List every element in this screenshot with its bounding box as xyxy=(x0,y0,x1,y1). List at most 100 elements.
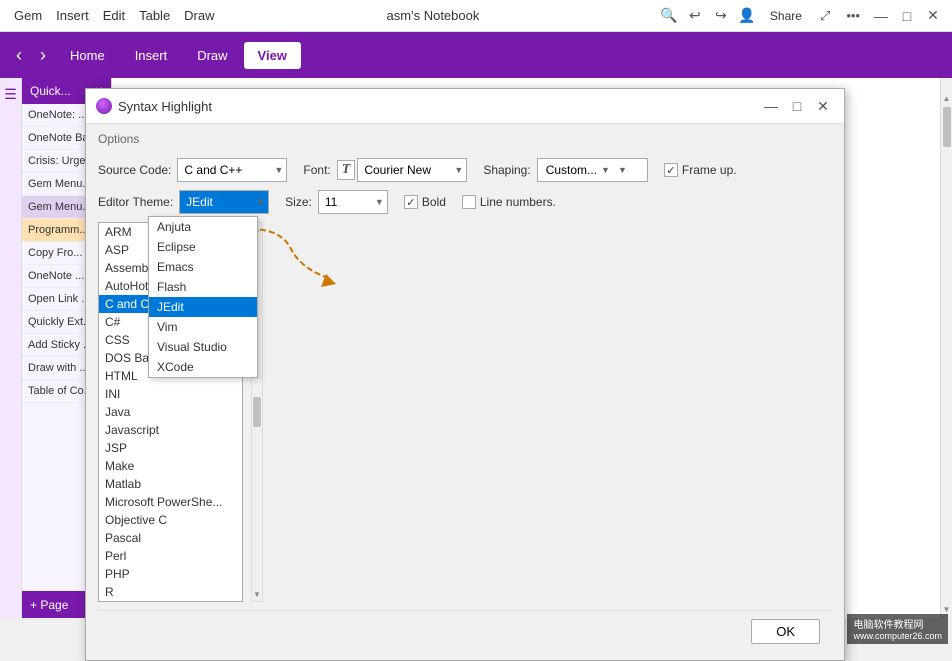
lang-objective-c[interactable]: Objective C xyxy=(99,511,242,529)
dialog-close-button[interactable]: ✕ xyxy=(812,95,834,117)
table-menu-item[interactable]: Table xyxy=(139,8,170,23)
title-bar: Gem Insert Edit Table Draw asm's Noteboo… xyxy=(0,0,952,32)
font-select[interactable]: Courier New xyxy=(357,158,467,182)
theme-anjuta[interactable]: Anjuta xyxy=(149,217,257,237)
dialog-titlebar: Syntax Highlight — □ ✕ xyxy=(86,89,844,124)
tab-home[interactable]: Home xyxy=(56,42,119,69)
dialog-minimize-button[interactable]: — xyxy=(760,95,782,117)
source-code-select-wrapper: C and C++ xyxy=(177,158,287,182)
fullscreen-icon[interactable]: ⤢ xyxy=(814,6,836,26)
font-label: Font: xyxy=(303,163,330,177)
dialog-icon xyxy=(96,98,112,114)
scroll-thumb[interactable] xyxy=(943,107,951,147)
lang-java[interactable]: Java xyxy=(99,403,242,421)
shaping-label: Shaping: xyxy=(483,163,530,177)
add-page-button[interactable]: + Page xyxy=(30,598,68,612)
notebook-title: asm's Notebook xyxy=(387,8,480,23)
share-button[interactable]: Share xyxy=(762,5,810,27)
gem-menu-item[interactable]: Gem xyxy=(14,8,42,23)
lang-php[interactable]: PHP xyxy=(99,565,242,583)
dialog-title: Syntax Highlight xyxy=(96,98,212,114)
line-numbers-checkbox[interactable] xyxy=(462,195,476,209)
insert-menu-item[interactable]: Insert xyxy=(56,8,89,23)
dialog-body: Source Code: C and C++ Font: T Courier N… xyxy=(86,150,844,660)
lang-pascal[interactable]: Pascal xyxy=(99,529,242,547)
shaping-dropdown-icon: ▼ xyxy=(601,165,610,175)
frame-up-label: Frame up. xyxy=(682,163,737,177)
dialog-title-text: Syntax Highlight xyxy=(118,99,212,114)
lang-matlab[interactable]: Matlab xyxy=(99,475,242,493)
frame-up-checkbox[interactable] xyxy=(664,163,678,177)
source-code-select[interactable]: C and C++ xyxy=(177,158,287,182)
syntax-highlight-dialog: Syntax Highlight — □ ✕ Options Source Co… xyxy=(85,88,845,661)
shaping-group: Shaping: Custom... ▼ xyxy=(483,158,648,182)
search-icon[interactable]: 🔍 xyxy=(658,5,680,27)
draw-menu-item[interactable]: Draw xyxy=(184,8,214,23)
lang-ruby[interactable]: Ruby xyxy=(99,601,242,602)
source-code-label: Source Code: xyxy=(98,163,171,177)
line-numbers-label: Line numbers. xyxy=(480,195,556,209)
user-icon[interactable]: 👤 xyxy=(736,5,758,27)
lang-perl[interactable]: Perl xyxy=(99,547,242,565)
dialog-footer: OK xyxy=(98,610,832,652)
redo-icon[interactable]: ↪ xyxy=(710,5,732,27)
tab-insert[interactable]: Insert xyxy=(121,42,182,69)
size-label: Size: xyxy=(285,195,312,209)
source-code-group: Source Code: C and C++ xyxy=(98,158,287,182)
lang-ini[interactable]: INI xyxy=(99,385,242,403)
editor-theme-select[interactable]: JEdit Anjuta Eclipse Emacs Flash Vim Vis… xyxy=(179,190,269,214)
title-center: asm's Notebook xyxy=(387,8,480,23)
theme-flash[interactable]: Flash xyxy=(149,277,257,297)
shaping-button[interactable]: Custom... ▼ xyxy=(537,158,648,182)
scroll-up-button[interactable]: ▲ xyxy=(943,94,951,103)
frame-up-group: Frame up. xyxy=(664,163,737,177)
theme-vim[interactable]: Vim xyxy=(149,317,257,337)
edit-menu-item[interactable]: Edit xyxy=(103,8,125,23)
font-select-wrapper: T Courier New xyxy=(337,158,468,182)
more-icon[interactable]: ••• xyxy=(840,6,866,25)
list-scroll-thumb[interactable] xyxy=(253,397,261,427)
dialog-maximize-button[interactable]: □ xyxy=(786,95,808,117)
shaping-value: Custom... xyxy=(546,163,597,177)
size-select-wrapper: 11 xyxy=(318,190,388,214)
size-select[interactable]: 11 xyxy=(318,190,388,214)
list-scroll-down[interactable]: ▼ xyxy=(253,590,261,599)
font-group: Font: T Courier New xyxy=(303,158,467,182)
editor-theme-wrapper: JEdit Anjuta Eclipse Emacs Flash Vim Vis… xyxy=(179,190,269,214)
minimize-button[interactable]: — xyxy=(870,5,892,27)
lang-make[interactable]: Make xyxy=(99,457,242,475)
maximize-button[interactable]: □ xyxy=(896,5,918,27)
quick-notes-label: Quick... xyxy=(30,84,71,98)
theme-xcode[interactable]: XCode xyxy=(149,357,257,377)
nav-sidebar: ☰ xyxy=(0,78,22,618)
lang-jsp[interactable]: JSP xyxy=(99,439,242,457)
lang-r[interactable]: R xyxy=(99,583,242,601)
options-section-label: Options xyxy=(86,124,844,150)
title-right-controls: 🔍 ↩ ↪ 👤 Share ⤢ ••• — □ ✕ xyxy=(658,5,944,27)
bold-label: Bold xyxy=(422,195,446,209)
theme-jedit[interactable]: JEdit xyxy=(149,297,257,317)
editor-theme-dropdown: Anjuta Eclipse Emacs Flash JEdit Vim Vis… xyxy=(148,216,258,378)
ok-button[interactable]: OK xyxy=(751,619,820,644)
lang-javascript[interactable]: Javascript xyxy=(99,421,242,439)
nav-back-button[interactable]: ‹ xyxy=(8,45,30,66)
theme-eclipse[interactable]: Eclipse xyxy=(149,237,257,257)
close-button[interactable]: ✕ xyxy=(922,5,944,27)
theme-visual-studio[interactable]: Visual Studio xyxy=(149,337,257,357)
lang-ms-powershell[interactable]: Microsoft PowerShe... xyxy=(99,493,242,511)
scroll-down-button[interactable]: ▼ xyxy=(943,605,951,614)
size-group: Size: 11 xyxy=(285,190,388,214)
font-icon: T xyxy=(337,160,356,180)
dialog-window-controls: — □ ✕ xyxy=(760,95,834,117)
editor-theme-label: Editor Theme: xyxy=(98,195,173,209)
theme-emacs[interactable]: Emacs xyxy=(149,257,257,277)
tab-draw[interactable]: Draw xyxy=(183,42,241,69)
nav-toggle-icon[interactable]: ☰ xyxy=(4,86,17,103)
undo-icon[interactable]: ↩ xyxy=(684,5,706,27)
bold-group: Bold xyxy=(404,195,446,209)
watermark: 电脑软件教程网www.computer26.com xyxy=(847,614,948,644)
tab-view[interactable]: View xyxy=(244,42,301,69)
nav-fwd-button[interactable]: › xyxy=(32,45,54,66)
bold-checkbox[interactable] xyxy=(404,195,418,209)
ribbon: ‹ › Home Insert Draw View xyxy=(0,32,952,78)
